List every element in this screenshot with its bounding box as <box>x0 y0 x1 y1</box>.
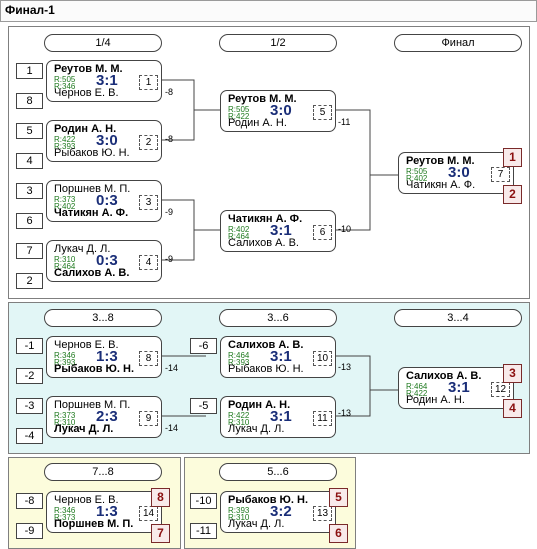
player-bottom: Салихов А. В. <box>228 237 299 249</box>
match-number: 9 <box>139 411 158 426</box>
seed-box: -10 <box>190 493 217 509</box>
player-bottom: Родин А. Н. <box>406 394 465 406</box>
player-bottom: Лукач Д. Л. <box>54 423 114 435</box>
round-header-7-8: 7...8 <box>44 463 162 481</box>
match-number: 14 <box>139 506 158 521</box>
round-header-quarterfinal: 1/4 <box>44 34 162 52</box>
seed-box: 8 <box>16 93 43 109</box>
loser-ref: -9 <box>165 207 174 217</box>
match-card[interactable]: Салихов А. В. R:464 R:393 3:1 10 Рыбаков… <box>220 336 336 378</box>
seed-box: 5 <box>16 123 43 139</box>
place-badge: 6 <box>329 524 348 543</box>
seed-box: -2 <box>16 368 43 384</box>
match-number: 1 <box>139 75 158 90</box>
place-badge: 4 <box>503 399 522 418</box>
loser-ref: -11 <box>338 117 351 127</box>
match-number: 10 <box>313 351 332 366</box>
match-card[interactable]: Родин А. Н. R:422 R:310 3:1 11 Лукач Д. … <box>220 396 336 438</box>
seed-box: -4 <box>16 428 43 444</box>
seed-box: 6 <box>16 213 43 229</box>
loser-ref: -13 <box>338 408 352 418</box>
player-bottom: Чатикян А. Ф. <box>406 179 476 191</box>
round-header-final: Финал <box>394 34 522 52</box>
match-number: 5 <box>313 105 332 120</box>
player-bottom: Лукач Д. Л. <box>228 518 285 530</box>
match-card[interactable]: Поршнев М. П. R:373 R:310 2:3 9 Лукач Д.… <box>46 396 162 438</box>
player-bottom: Поршнев М. П. <box>54 518 134 530</box>
match-card[interactable]: Лукач Д. Л. R:310 R:464 0:3 4 Салихов А.… <box>46 240 162 282</box>
seed-box: 1 <box>16 63 43 79</box>
round-header-semifinal: 1/2 <box>219 34 337 52</box>
loser-ref: -10 <box>338 224 352 234</box>
match-number: 2 <box>139 135 158 150</box>
seed-box: -3 <box>16 398 43 414</box>
match-number: 6 <box>313 225 332 240</box>
seed-box: 7 <box>16 243 43 259</box>
loser-ref: -8 <box>165 134 174 144</box>
match-number: 7 <box>491 167 510 182</box>
place-badge: 2 <box>503 185 522 204</box>
match-card[interactable]: Салихов А. В. R:464 R:422 3:1 12 Родин А… <box>398 367 514 409</box>
player-bottom: Лукач Д. Л. <box>228 423 285 435</box>
round-header-3-6: 3...6 <box>219 309 337 327</box>
player-bottom: Родин А. Н. <box>228 117 287 129</box>
seed-box: -6 <box>190 338 217 354</box>
loser-ref: -13 <box>338 362 352 372</box>
loser-ref: -9 <box>165 254 174 264</box>
round-header-5-6: 5...6 <box>219 463 337 481</box>
match-card[interactable]: Реутов М. М. R:505 R:346 3:1 1 Чернов Е.… <box>46 60 162 102</box>
place-badge: 3 <box>503 364 522 383</box>
player-top: Салихов А. В. <box>228 339 304 351</box>
place-badge: 7 <box>151 524 170 543</box>
player-bottom: Чатикян А. Ф. <box>54 207 129 219</box>
match-card[interactable]: Поршнев М. П. R:373 R:402 0:3 3 Чатикян … <box>46 180 162 222</box>
place-badge: 8 <box>151 488 170 507</box>
player-top: Поршнев М. П. <box>54 183 131 195</box>
match-card[interactable]: Реутов М. М. R:505 R:422 3:0 5 Родин А. … <box>220 90 336 132</box>
player-top: Поршнев М. П. <box>54 399 131 411</box>
match-card[interactable]: Чернов Е. В. R:346 R:393 1:3 8 Рыбаков Ю… <box>46 336 162 378</box>
match-card[interactable]: Реутов М. М. R:505 R:402 3:0 7 Чатикян А… <box>398 152 514 194</box>
match-number: 8 <box>139 351 158 366</box>
place-badge: 1 <box>503 148 522 167</box>
match-number: 11 <box>313 411 332 426</box>
match-number: 12 <box>491 382 510 397</box>
player-bottom: Рыбаков Ю. Н. <box>54 363 134 375</box>
match-card[interactable]: Чернов Е. В. R:346 R:373 1:3 14 Поршнев … <box>46 491 162 533</box>
loser-ref: -14 <box>165 423 179 433</box>
round-header-3-4: 3...4 <box>394 309 522 327</box>
seed-box: -9 <box>16 523 43 539</box>
match-number: 4 <box>139 255 158 270</box>
player-bottom: Салихов А. В. <box>54 267 130 279</box>
match-number: 13 <box>313 506 332 521</box>
match-card[interactable]: Родин А. Н. R:422 R:393 3:0 2 Рыбаков Ю.… <box>46 120 162 162</box>
seed-box: -11 <box>190 523 217 539</box>
player-bottom: Рыбаков Ю. Н. <box>54 147 130 159</box>
seed-box: -8 <box>16 493 43 509</box>
loser-ref: -14 <box>165 363 179 373</box>
seed-box: -1 <box>16 338 43 354</box>
player-top: Салихов А. В. <box>406 370 482 382</box>
match-card[interactable]: Чатикян А. Ф. R:402 R:464 3:1 6 Салихов … <box>220 210 336 252</box>
round-header-3-8: 3...8 <box>44 309 162 327</box>
seed-box: 3 <box>16 183 43 199</box>
loser-ref: -8 <box>165 87 174 97</box>
match-card[interactable]: Рыбаков Ю. Н. R:393 R:310 3:2 13 Лукач Д… <box>220 491 336 533</box>
match-number: 3 <box>139 195 158 210</box>
seed-box: 4 <box>16 153 43 169</box>
seed-box: 2 <box>16 273 43 289</box>
seed-box: -5 <box>190 398 217 414</box>
player-top: Рыбаков Ю. Н. <box>228 494 308 506</box>
player-bottom: Рыбаков Ю. Н. <box>228 363 304 375</box>
place-badge: 5 <box>329 488 348 507</box>
player-bottom: Чернов Е. В. <box>54 87 119 99</box>
